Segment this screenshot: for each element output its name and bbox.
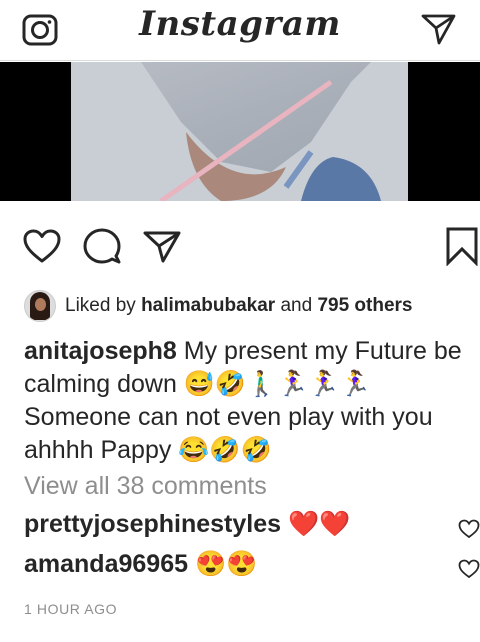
caption-username[interactable]: anitajoseph8 <box>24 337 177 365</box>
bookmark-icon <box>446 227 478 266</box>
direct-message-button[interactable] <box>420 12 456 46</box>
likes-summary[interactable]: Liked by halimabubakar and 795 others <box>24 289 412 323</box>
post-caption: anitajoseph8 My present my Future be cal… <box>24 335 472 467</box>
post-photo <box>71 62 408 201</box>
like-button[interactable] <box>20 224 64 268</box>
post-media[interactable] <box>0 62 480 201</box>
comment-text: ❤️❤️ <box>287 510 351 538</box>
post-action-bar <box>0 224 480 268</box>
direct-message-icon <box>421 14 456 45</box>
comment-username[interactable]: prettyjosephinestyles <box>24 510 281 538</box>
post-timestamp: 1 HOUR AGO <box>24 601 118 617</box>
share-icon <box>143 231 181 263</box>
comment-row: prettyjosephinestyles ❤️❤️ <box>24 510 480 544</box>
comment-icon <box>83 228 121 264</box>
save-button[interactable] <box>440 224 480 268</box>
share-button[interactable] <box>140 224 184 268</box>
comment-text: 😍😍 <box>194 550 258 578</box>
comment-username[interactable]: amanda96965 <box>24 550 188 578</box>
comment-row: amanda96965 😍😍 <box>24 550 480 584</box>
photo-content <box>71 62 408 201</box>
view-all-comments-link[interactable]: View all 38 comments <box>24 472 267 501</box>
liked-by-and: and <box>280 295 313 316</box>
liked-by-count[interactable]: 795 others <box>317 295 412 317</box>
comment-button[interactable] <box>80 224 124 268</box>
heart-icon <box>23 229 61 263</box>
comment-like-heart-icon[interactable] <box>458 519 480 539</box>
comment-like-heart-icon[interactable] <box>458 559 480 579</box>
liked-by-user[interactable]: halimabubakar <box>141 295 275 317</box>
app-logo: Instagram <box>139 4 341 44</box>
liker-avatar <box>24 290 56 322</box>
top-nav-bar: Instagram <box>0 0 480 61</box>
liked-by-prefix: Liked by <box>65 295 136 316</box>
